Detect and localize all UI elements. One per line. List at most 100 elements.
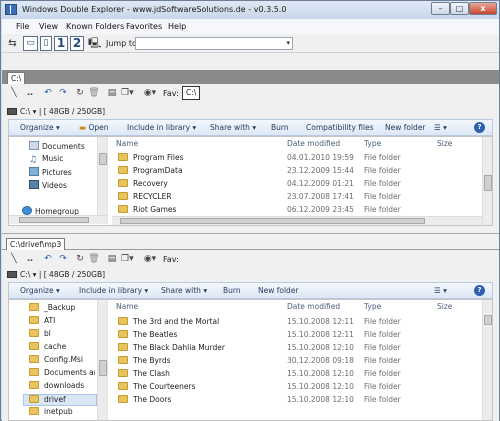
col-type[interactable]: Type — [360, 300, 381, 313]
table-row[interactable]: The Byrds 30.12.2008 09:18 File folder — [112, 354, 482, 367]
help-icon[interactable]: ? — [474, 122, 485, 133]
table-row[interactable]: The 3rd and the Mortal 15.10.2008 12:11 Fi… — [112, 315, 482, 328]
top-list-hscroll-thumb[interactable] — [120, 218, 425, 224]
table-row[interactable]: The Courteeners 15.10.2008 12:10 File fold… — [112, 380, 482, 393]
forward-arrow-icon[interactable]: ↷ — [57, 87, 69, 99]
nav-pictures[interactable]: Pictures — [29, 167, 72, 179]
vertical-layout-button[interactable]: ▯ — [40, 36, 52, 51]
bottom-nav-scroll-thumb[interactable] — [99, 360, 107, 376]
top-nav-hscrollbar[interactable] — [9, 215, 107, 224]
burn-button[interactable]: Burn — [271, 123, 289, 132]
top-list-vscroll-thumb[interactable] — [484, 175, 492, 191]
swap-panes-icon[interactable]: ⇆ — [6, 37, 19, 50]
change-view-icon[interactable]: ☰ ▾ — [434, 123, 447, 132]
table-row[interactable]: The Beatles 15.10.2008 12:11 File folder — [112, 328, 482, 341]
delete-icon[interactable]: 🗑 — [88, 87, 100, 99]
top-list-vscrollbar[interactable] — [482, 137, 492, 225]
jump-to-combobox[interactable]: ▾ — [135, 37, 293, 50]
menu-help[interactable]: Help — [168, 22, 186, 31]
nav-folder[interactable]: Documents and — [29, 368, 95, 380]
tab-top-path[interactable]: C:\ — [7, 72, 26, 84]
menu-view[interactable]: View — [39, 22, 58, 31]
close-button[interactable]: x — [469, 2, 497, 15]
nav-folder[interactable]: cache — [29, 342, 66, 354]
top-nav-scroll-thumb[interactable] — [99, 153, 107, 165]
view-eye-icon[interactable]: ◉▾ — [141, 87, 159, 99]
maximize-button[interactable]: □ — [450, 2, 469, 15]
tab-bottom-path[interactable]: C:\drivef\mp3 — [6, 238, 66, 250]
new-folder-button[interactable]: New folder — [385, 123, 426, 132]
share-with-button[interactable]: Share with ▾ — [210, 123, 256, 132]
forward-arrow-icon[interactable]: ↷ — [57, 253, 69, 265]
edit-path-icon[interactable]: ╲ — [8, 87, 20, 99]
nav-videos[interactable]: Videos — [29, 180, 67, 192]
nav-folder[interactable]: _Backup — [29, 303, 75, 315]
view-eye-icon[interactable]: ◉▾ — [141, 253, 159, 265]
top-list-hscrollbar[interactable] — [112, 216, 482, 225]
computer-icon[interactable]: 🖳 — [88, 37, 101, 50]
col-date-modified[interactable]: Date modified — [283, 300, 340, 313]
edit-path-icon[interactable]: ╲ — [8, 253, 20, 265]
copy-icon[interactable]: ❐▾ — [121, 253, 134, 265]
up-folder-icon[interactable]: ‥ — [24, 87, 36, 99]
organize-button[interactable]: Organize ▾ — [20, 123, 60, 132]
compatibility-files-button[interactable]: Compatibility files — [306, 123, 374, 132]
back-arrow-icon[interactable]: ↶ — [42, 87, 54, 99]
horizontal-layout-button[interactable]: ▭ — [23, 36, 38, 51]
share-with-button[interactable]: Share with ▾ — [161, 286, 207, 295]
chevron-down-icon[interactable]: ▾ — [286, 39, 290, 47]
delete-icon[interactable]: 🗑 — [88, 253, 100, 265]
menu-favorites[interactable]: Favorites — [126, 22, 162, 31]
table-row[interactable]: ProgramData 23.12.2009 15:44 File folder — [112, 164, 482, 177]
col-size[interactable]: Size — [433, 300, 452, 313]
bottom-drive-info[interactable]: C:\ ▾ | [ 48GB / 250GB] — [20, 270, 105, 279]
table-row[interactable]: RECYCLER 23.07.2008 17:41 File folder — [112, 190, 482, 203]
col-name[interactable]: Name — [112, 300, 138, 313]
top-nav-hscroll-thumb[interactable] — [19, 217, 89, 223]
col-size[interactable]: Size — [433, 137, 452, 150]
change-view-icon[interactable]: ☰ ▾ — [434, 286, 447, 295]
up-folder-icon[interactable]: ‥ — [24, 253, 36, 265]
nav-folder-selected[interactable]: drivef — [23, 394, 97, 406]
back-arrow-icon[interactable]: ↶ — [42, 253, 54, 265]
title-bar[interactable]: Windows Double Explorer - www.jdSoftware… — [1, 1, 499, 19]
col-type[interactable]: Type — [360, 137, 381, 150]
table-row[interactable]: Riot Games 06.12.2009 23:45 File folder — [112, 203, 482, 216]
burn-button[interactable]: Burn — [223, 286, 241, 295]
menu-file[interactable]: File — [16, 22, 29, 31]
col-date-modified[interactable]: Date modified — [283, 137, 340, 150]
table-row[interactable]: Recovery 04.12.2009 01:21 File folder — [112, 177, 482, 190]
refresh-icon[interactable]: ↻ — [74, 87, 86, 99]
bottom-list-vscroll-thumb[interactable] — [484, 315, 492, 325]
organize-button[interactable]: Organize ▾ — [20, 286, 60, 295]
new-folder-button[interactable]: New folder — [258, 286, 299, 295]
properties-icon[interactable]: ▤ — [106, 87, 118, 99]
table-row[interactable]: Program Files 04.01.2010 19:59 File folder — [112, 151, 482, 164]
bottom-pane-splitter[interactable] — [107, 300, 108, 420]
top-drive-info[interactable]: C:\ ▾ | [ 48GB / 250GB] — [20, 107, 105, 116]
table-row[interactable]: The Clash 15.10.2008 12:10 File folder — [112, 367, 482, 380]
table-row[interactable]: The Doors 15.10.2008 12:10 File folder — [112, 393, 482, 406]
nav-documents[interactable]: Documents — [29, 141, 85, 153]
nav-folder[interactable]: inetpub — [29, 407, 73, 419]
include-in-library-button[interactable]: Include in library ▾ — [127, 123, 196, 132]
open-button[interactable]: ▬ Open — [79, 123, 109, 132]
single-pane-button[interactable]: 1 — [54, 36, 68, 51]
top-pane-splitter[interactable] — [107, 137, 108, 225]
include-in-library-button[interactable]: Include in library ▾ — [79, 286, 148, 295]
bottom-list-vscrollbar[interactable] — [482, 300, 492, 420]
bottom-nav-scrollbar[interactable] — [97, 300, 107, 420]
nav-music[interactable]: ♫ Music — [29, 154, 63, 166]
copy-icon[interactable]: ❐▾ — [121, 87, 134, 99]
properties-icon[interactable]: ▤ — [106, 253, 118, 265]
nav-folder[interactable]: Config.Msi — [29, 355, 83, 367]
top-nav-scrollbar[interactable] — [97, 137, 107, 215]
minimize-button[interactable]: – — [431, 2, 450, 15]
dual-pane-button[interactable]: 2 — [70, 36, 84, 51]
menu-known-folders[interactable]: Known Folders — [66, 22, 124, 31]
nav-folder[interactable]: downloads — [29, 381, 84, 393]
table-row[interactable]: The Black Dahlia Murder 15.10.2008 12:10 F… — [112, 341, 482, 354]
help-icon[interactable]: ? — [474, 285, 485, 296]
col-name[interactable]: Name — [112, 137, 138, 150]
nav-folder[interactable]: ATI — [29, 316, 55, 328]
